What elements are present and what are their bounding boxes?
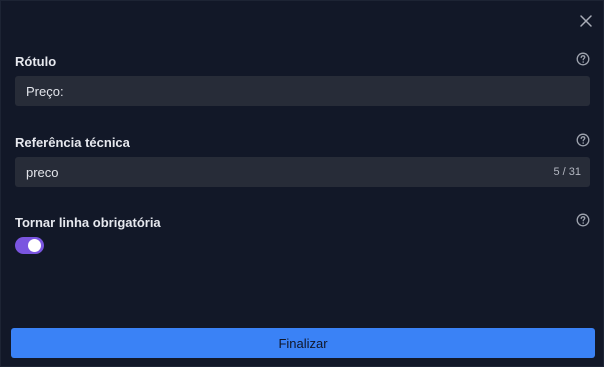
help-circle-icon[interactable] [576,52,590,66]
label-input[interactable]: Preço: [15,76,590,106]
help-circle-icon[interactable] [576,133,590,147]
toggle-knob [28,239,41,252]
field-settings-panel: Rótulo Preço: Referência técnica preco 5… [0,0,604,367]
char-counter: 5 / 31 [553,166,581,178]
required-toggle[interactable] [15,237,44,254]
finish-button[interactable]: Finalizar [11,328,595,358]
required-field-title: Tornar linha obrigatória [15,215,161,230]
tech-ref-input[interactable]: preco 5 / 31 [15,157,590,187]
label-input-value: Preço: [26,83,64,99]
close-icon[interactable] [577,12,595,30]
help-circle-icon[interactable] [576,213,590,227]
label-field-title: Rótulo [15,54,57,69]
tech-ref-field-title: Referência técnica [15,135,130,150]
tech-ref-input-value: preco [26,164,59,180]
